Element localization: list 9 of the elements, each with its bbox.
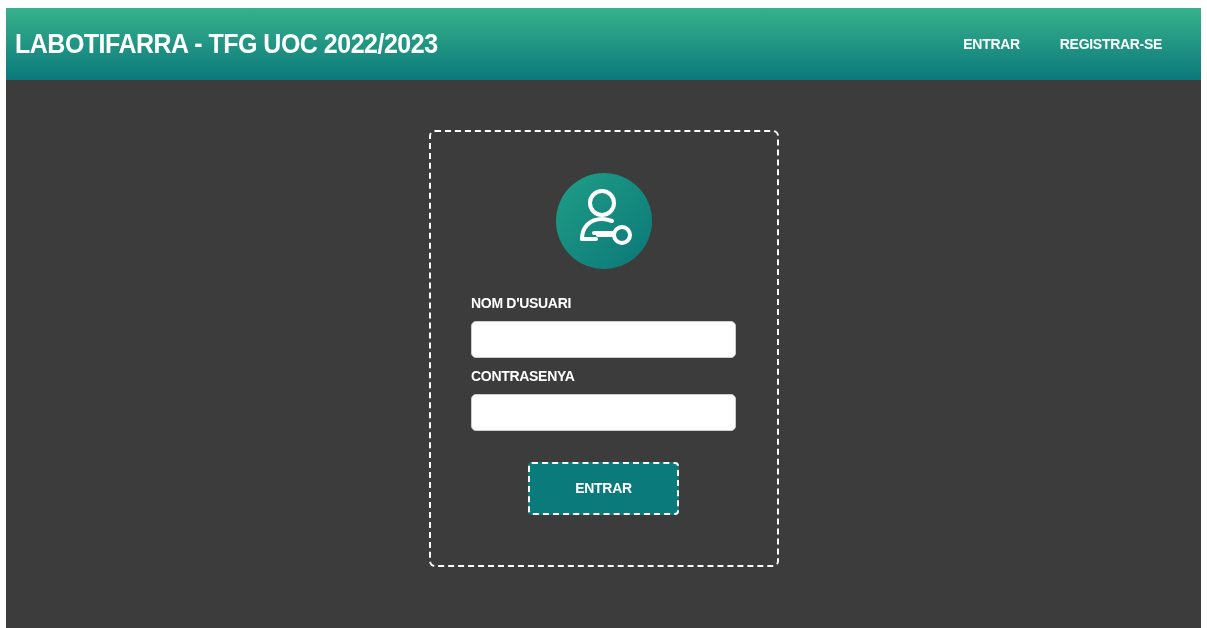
- input-field[interactable]: [471, 321, 736, 358]
- user-key-icon: [555, 173, 652, 269]
- field-label: NOM D'USUARI: [471, 294, 573, 313]
- submit-button[interactable]: ENTRAR: [528, 462, 679, 515]
- input-field[interactable]: [471, 394, 736, 431]
- site-title: LABOTIFARRA - TFG UOC 2022/2023: [15, 26, 438, 61]
- field-label: CONTRASENYA: [471, 367, 576, 386]
- nav-link[interactable]: ENTRAR: [963, 33, 1020, 55]
- nav-link[interactable]: REGISTRAR-SE: [1059, 33, 1162, 55]
